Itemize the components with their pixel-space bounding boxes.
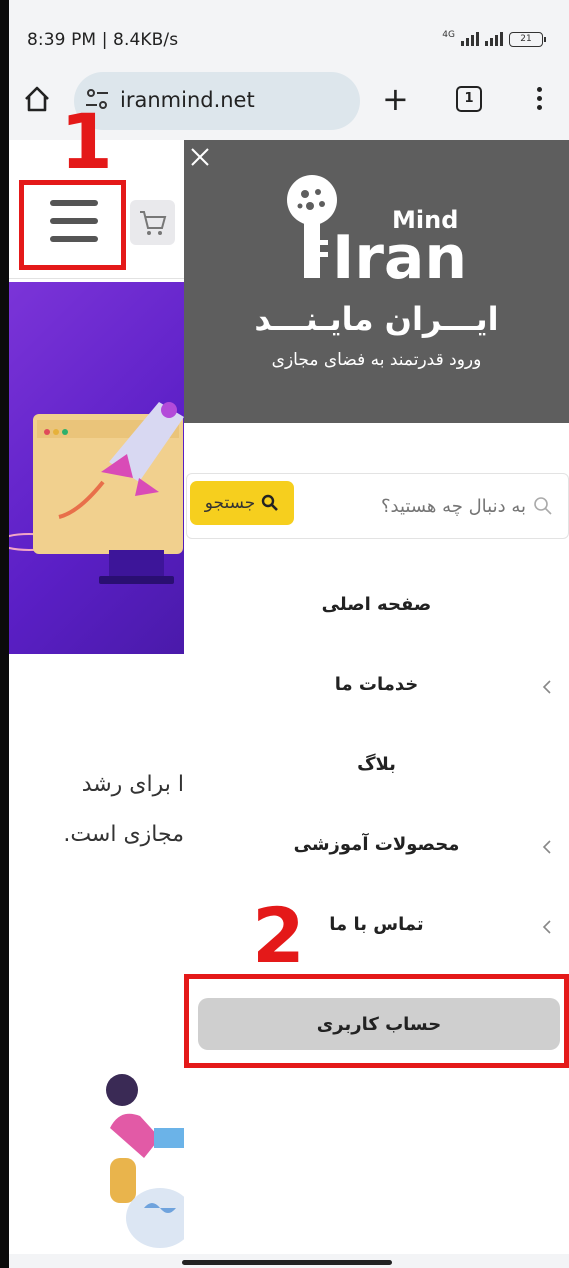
signal-icon (461, 32, 479, 46)
home-icon[interactable] (22, 84, 52, 114)
url-text[interactable]: iranmind.net (120, 88, 255, 112)
header-divider (9, 278, 184, 279)
signal-icon-2 (485, 32, 503, 46)
hero-banner (9, 282, 184, 654)
nav-item-home[interactable]: صفحه اصلی (184, 594, 569, 624)
logo-text-iran: Iran (332, 223, 467, 280)
search-button-icon (262, 494, 279, 511)
nav-item-blog[interactable]: بلاگ (184, 754, 569, 784)
step-number-1: 1 (60, 97, 113, 186)
search-button[interactable]: جستجو (190, 481, 294, 525)
status-bar: 8:39 PM | 8.4KB/s 4G 21 (9, 0, 569, 72)
body-text-line-1: ا برای رشد (81, 772, 184, 797)
search-input[interactable] (296, 490, 526, 522)
battery-icon: 21 (509, 31, 546, 47)
close-icon[interactable] (189, 146, 211, 168)
nav-item-contact[interactable]: تماس با ما (184, 914, 569, 944)
brand-name-fa: ایـــران مایـنـــد (254, 300, 499, 338)
person-illustration (106, 1074, 184, 1248)
gesture-handle[interactable] (182, 1260, 392, 1265)
hero-illustration (9, 402, 184, 584)
highlight-box-hamburger (19, 180, 126, 270)
brand-tagline: ورود قدرتمند به فضای مجازی (271, 350, 482, 370)
nav-item-services[interactable]: خدمات ما (184, 674, 569, 704)
cart-icon (140, 211, 167, 235)
new-tab-button[interactable]: + (382, 82, 409, 116)
screen-edge (0, 0, 9, 1268)
browser-menu-icon[interactable] (528, 84, 550, 114)
cart-button[interactable] (130, 200, 175, 245)
search-button-label: جستجو (204, 493, 256, 513)
chevron-left-icon[interactable] (540, 918, 554, 936)
tab-switcher-button[interactable]: 1 (456, 86, 482, 112)
chevron-left-icon[interactable] (540, 678, 554, 696)
body-text-line-2: مجازی است. (63, 822, 184, 847)
chevron-left-icon[interactable] (540, 838, 554, 856)
site-logo: Mind Iran (287, 175, 467, 280)
status-time: 8:39 PM | 8.4KB/s (27, 30, 179, 50)
search-icon (534, 497, 552, 515)
step-number-2: 2 (252, 891, 305, 980)
status-icons: 4G 21 (442, 30, 546, 48)
account-button[interactable]: حساب کاربری (198, 998, 560, 1050)
network-label: 4G (442, 30, 455, 40)
nav-item-products[interactable]: محصولات آموزشی (184, 834, 569, 864)
